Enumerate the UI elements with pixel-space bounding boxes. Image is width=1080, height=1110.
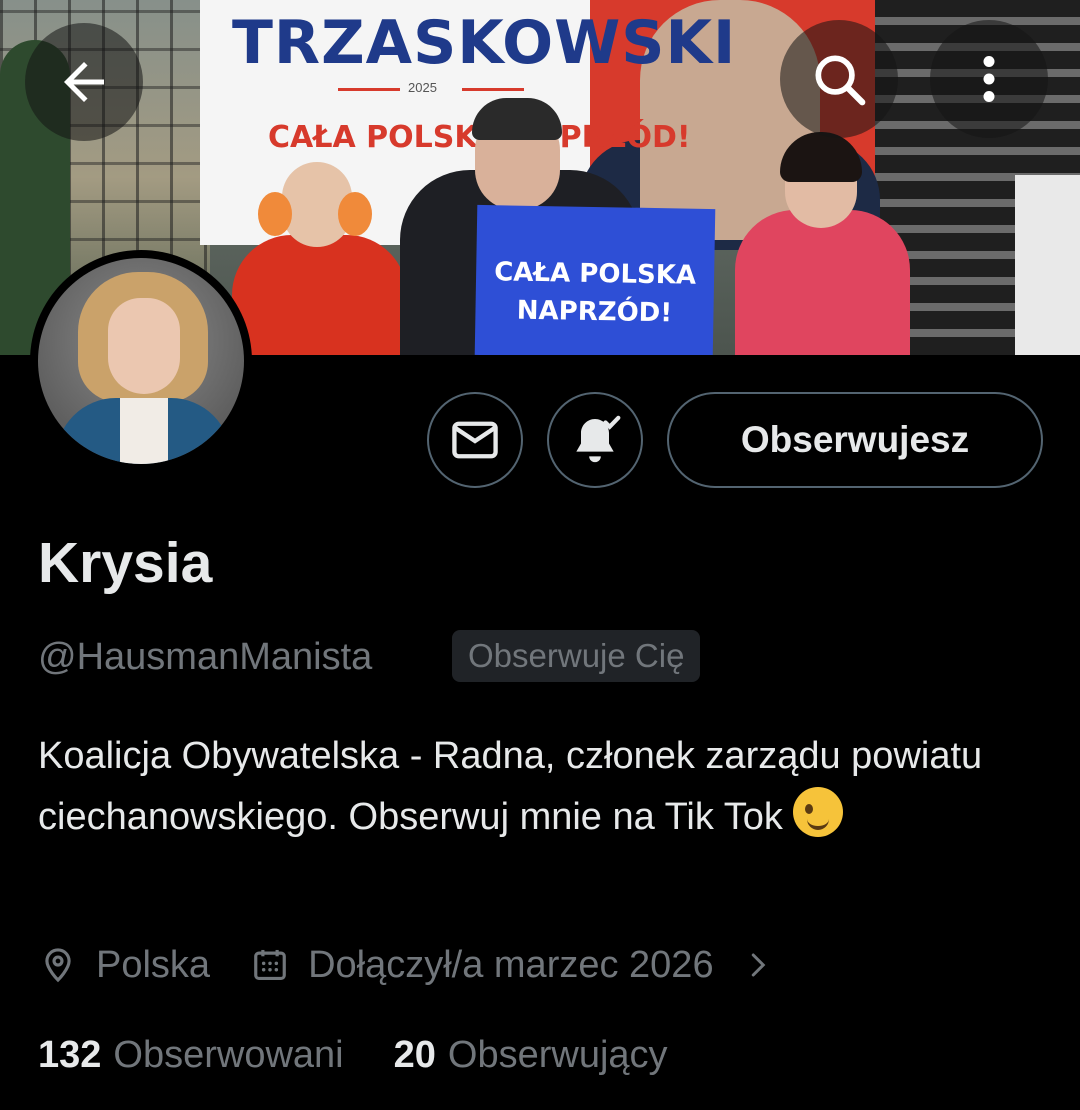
banner-wall xyxy=(1015,175,1080,355)
more-vertical-icon xyxy=(983,56,995,102)
profile-location: Polska xyxy=(96,943,211,986)
avatar[interactable] xyxy=(30,250,252,472)
banner-person-center-cap xyxy=(472,98,562,140)
envelope-icon xyxy=(452,421,498,459)
poster-decor-line xyxy=(338,88,400,91)
profile-joined-date[interactable]: Dołączył/a marzec 2026 xyxy=(308,944,714,987)
banner-sign: CAŁA POLSKA NAPRZÓD! xyxy=(474,204,716,355)
avatar-photo xyxy=(38,258,244,464)
poster-title: TRZASKOWSKI xyxy=(232,8,737,78)
following-button[interactable]: Obserwujesz xyxy=(667,392,1043,488)
profile-bio: Koalicja Obywatelska - Radna, członek za… xyxy=(38,726,1048,848)
following-link[interactable]: 132 Obserwowani xyxy=(38,1034,344,1077)
chevron-right-icon[interactable] xyxy=(742,948,772,982)
message-button[interactable] xyxy=(427,392,523,488)
arrow-left-icon xyxy=(64,62,104,102)
avatar-shirt xyxy=(120,398,168,464)
banner-person-right xyxy=(735,210,910,355)
calendar-icon xyxy=(250,945,290,985)
more-options-button[interactable] xyxy=(930,20,1048,138)
sign-line: NAPRZÓD! xyxy=(516,295,673,329)
profile-stats: 132 Obserwowani 20 Obserwujący xyxy=(38,1034,668,1077)
notifications-button[interactable] xyxy=(547,392,643,488)
following-label: Obserwowani xyxy=(113,1034,344,1076)
bell-check-icon xyxy=(576,415,621,463)
profile-name: Krysia xyxy=(38,531,213,595)
location-pin-icon xyxy=(38,945,78,985)
search-icon xyxy=(815,55,866,106)
earmuff xyxy=(258,192,292,236)
poster-decor-line xyxy=(462,88,524,91)
followers-count: 20 xyxy=(393,1034,436,1076)
follows-you-badge: Obserwuje Cię xyxy=(452,630,701,682)
wink-emoji-icon xyxy=(793,787,844,837)
profile-meta: Polska Dołączył/a marzec 2026 xyxy=(38,940,772,990)
followers-link[interactable]: 20 Obserwujący xyxy=(394,1034,668,1077)
followers-label: Obserwujący xyxy=(447,1034,668,1076)
earmuff xyxy=(338,192,372,236)
banner-person-left xyxy=(232,235,407,355)
poster-year: 2025 xyxy=(408,80,437,95)
avatar-face xyxy=(108,298,180,394)
search-button[interactable] xyxy=(780,20,898,138)
back-button[interactable] xyxy=(25,23,143,141)
following-count: 132 xyxy=(38,1034,102,1076)
sign-line: CAŁA POLSKA xyxy=(493,257,697,291)
profile-handle: @HausmanManista xyxy=(38,636,373,678)
